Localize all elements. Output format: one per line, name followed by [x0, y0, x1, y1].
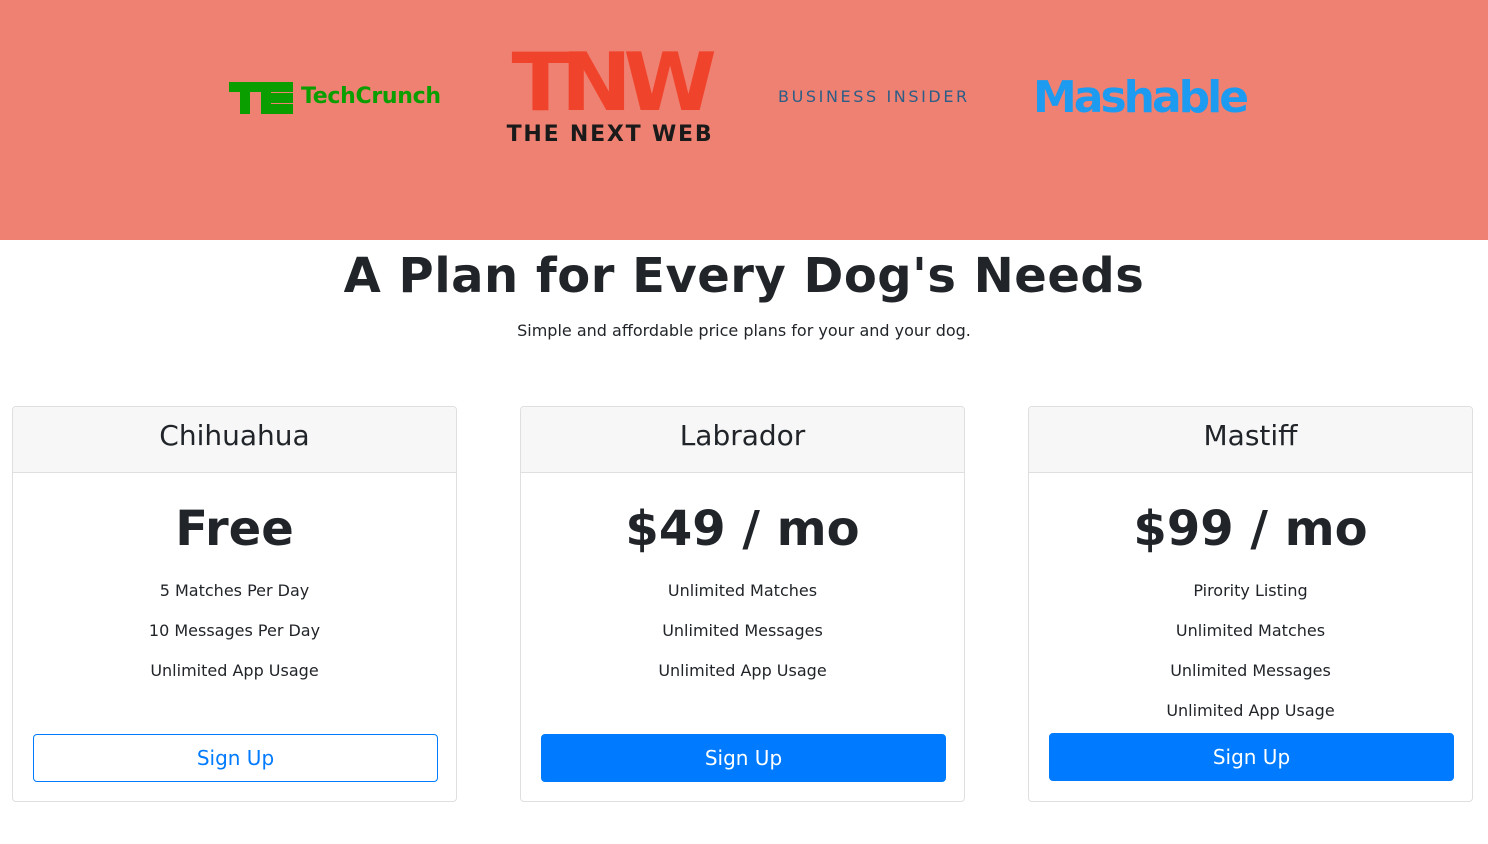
- mashable-logo: Mashable: [1033, 72, 1249, 123]
- plan-feature: Unlimited App Usage: [658, 661, 827, 680]
- techcrunch-mark-icon: [229, 82, 293, 114]
- plan-feature-list: Unlimited Matches Unlimited Messages Unl…: [521, 571, 964, 691]
- plan-feature: Unlimited Matches: [667, 581, 818, 600]
- plan-feature: Unlimited Messages: [662, 621, 823, 640]
- plan-price: $49 / mo: [625, 501, 860, 557]
- sign-up-button-mastiff[interactable]: Sign Up: [1049, 733, 1454, 781]
- tnw-subtitle: THE NEXT WEB: [506, 122, 714, 147]
- plan-price: Free: [175, 501, 294, 557]
- tnw-logo: TNW THE NEXT WEB: [497, 38, 723, 148]
- plan-feature: 10 Messages Per Day: [148, 621, 321, 640]
- plan-feature-list: 5 Matches Per Day 10 Messages Per Day Un…: [13, 571, 456, 691]
- techcrunch-wordmark: TechCrunch: [301, 84, 441, 109]
- plan-name: Labrador: [521, 407, 964, 473]
- pricing-subtitle: Simple and affordable price plans for yo…: [517, 321, 971, 340]
- plan-feature: Unlimited App Usage: [1166, 701, 1335, 720]
- plan-feature: Unlimited App Usage: [150, 661, 319, 680]
- sign-up-button-labrador[interactable]: Sign Up: [541, 734, 946, 782]
- plan-name: Chihuahua: [13, 407, 456, 473]
- plan-feature-list: Pirority Listing Unlimited Matches Unlim…: [1029, 571, 1472, 731]
- press-section: TechCrunch TNW THE NEXT WEB BUSINESS INS…: [0, 0, 1488, 240]
- plan-feature: Unlimited Messages: [1170, 661, 1331, 680]
- plan-feature: Unlimited Matches: [1175, 621, 1326, 640]
- plan-card-chihuahua: Chihuahua Free 5 Matches Per Day 10 Mess…: [12, 406, 457, 802]
- business-insider-logo: BUSINESS INSIDER: [778, 87, 970, 106]
- plan-feature: 5 Matches Per Day: [159, 581, 310, 600]
- tnw-mark: TNW: [511, 36, 717, 129]
- plan-card-labrador: Labrador $49 / mo Unlimited Matches Unli…: [520, 406, 965, 802]
- plan-card-mastiff: Mastiff $99 / mo Pirority Listing Unlimi…: [1028, 406, 1473, 802]
- plan-feature: Pirority Listing: [1193, 581, 1308, 600]
- pricing-title: A Plan for Every Dog's Needs: [343, 248, 1145, 304]
- sign-up-button-chihuahua[interactable]: Sign Up: [33, 734, 438, 782]
- techcrunch-logo: TechCrunch: [229, 82, 454, 116]
- plan-name: Mastiff: [1029, 407, 1472, 473]
- plan-price: $99 / mo: [1133, 501, 1368, 557]
